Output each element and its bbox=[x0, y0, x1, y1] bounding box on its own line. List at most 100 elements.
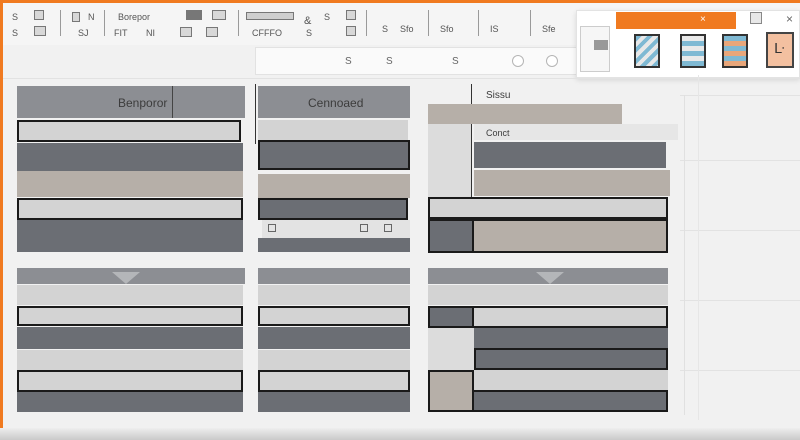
taskbar-edge bbox=[0, 428, 800, 440]
row-tile[interactable] bbox=[258, 174, 410, 198]
ribbon-separator bbox=[530, 10, 531, 36]
style-gallery-icon[interactable] bbox=[246, 12, 294, 20]
cursor-icon[interactable] bbox=[72, 12, 80, 22]
ribbon-label-2[interactable]: S bbox=[12, 28, 18, 38]
fill-icon[interactable] bbox=[206, 27, 218, 37]
row-tile[interactable] bbox=[428, 197, 668, 219]
panel-header-left-label: Benporor bbox=[118, 96, 168, 110]
panel-header-center-label: Cennoaed bbox=[308, 96, 364, 110]
option-circle-icon[interactable] bbox=[512, 55, 524, 67]
popup-sidebar-icon[interactable] bbox=[594, 40, 608, 50]
ampersand-glyph: & bbox=[304, 15, 312, 27]
undo-icon[interactable] bbox=[346, 10, 356, 20]
row-tile[interactable] bbox=[428, 219, 474, 253]
row-tile[interactable] bbox=[17, 392, 243, 412]
row-tile[interactable] bbox=[474, 328, 668, 348]
ribbon-label-8[interactable]: CFFFO bbox=[252, 28, 282, 38]
row-tile[interactable] bbox=[258, 238, 410, 252]
row-tile[interactable] bbox=[258, 392, 410, 412]
panel-divider bbox=[255, 84, 256, 144]
row-tile[interactable] bbox=[258, 198, 408, 220]
row-tile[interactable] bbox=[258, 306, 410, 326]
row-tile[interactable] bbox=[428, 285, 668, 305]
popup-title-bar[interactable] bbox=[616, 12, 736, 29]
row-tile[interactable] bbox=[428, 306, 474, 328]
row-tile[interactable] bbox=[17, 370, 243, 392]
row-tile[interactable] bbox=[472, 306, 668, 328]
ribbon-label-14[interactable]: IS bbox=[490, 24, 499, 34]
row-tile[interactable] bbox=[472, 219, 668, 253]
row-tile[interactable] bbox=[17, 198, 243, 220]
row-tile[interactable] bbox=[428, 104, 622, 124]
row-tile[interactable] bbox=[258, 285, 410, 305]
grid-column-rule bbox=[684, 95, 685, 415]
row-tile[interactable] bbox=[474, 348, 668, 370]
row-tile[interactable] bbox=[258, 350, 410, 370]
border-icon[interactable] bbox=[180, 27, 192, 37]
row-tile[interactable] bbox=[428, 370, 474, 412]
row-tile[interactable] bbox=[258, 140, 410, 170]
ribbon-label-13[interactable]: Sfo bbox=[440, 24, 454, 34]
panel-sublabel-right: Conct bbox=[486, 128, 510, 138]
save-icon[interactable] bbox=[34, 10, 44, 20]
row-tile[interactable] bbox=[258, 370, 410, 392]
grid-column-rule bbox=[698, 75, 699, 420]
window-close-icon[interactable]: × bbox=[786, 12, 793, 26]
row-tile[interactable] bbox=[474, 142, 666, 168]
toolbar-label-3[interactable]: S bbox=[452, 56, 459, 67]
ribbon-separator bbox=[238, 10, 239, 36]
accent-edge-left bbox=[0, 0, 3, 440]
row-tile[interactable] bbox=[472, 390, 668, 412]
grid-icon[interactable] bbox=[34, 26, 46, 36]
swatch-icon[interactable] bbox=[634, 34, 660, 68]
ribbon-label-3[interactable]: N bbox=[88, 12, 95, 22]
panel-header-right-label: Sissu bbox=[486, 90, 511, 101]
swatch-icon[interactable] bbox=[722, 34, 748, 68]
panel-divider bbox=[471, 84, 472, 202]
row-tile[interactable] bbox=[17, 285, 243, 305]
ribbon-separator bbox=[104, 10, 105, 36]
ribbon-label-10[interactable]: S bbox=[324, 12, 330, 22]
ribbon-label-12[interactable]: Sfo bbox=[400, 24, 414, 34]
row-tile[interactable] bbox=[474, 370, 668, 390]
popup-close-icon[interactable]: × bbox=[700, 14, 706, 25]
ribbon-label-4[interactable]: SJ bbox=[78, 28, 89, 38]
toolbar-label-2[interactable]: S bbox=[386, 56, 393, 67]
grid-rule bbox=[3, 78, 800, 79]
ribbon-separator bbox=[428, 10, 429, 36]
swatch-icon[interactable] bbox=[680, 34, 706, 68]
row-tile[interactable] bbox=[474, 170, 670, 196]
redo-icon[interactable] bbox=[346, 26, 356, 36]
row-tile[interactable] bbox=[17, 220, 243, 252]
row-tile[interactable] bbox=[17, 120, 241, 142]
formula-toolbar bbox=[255, 47, 615, 75]
row-tile[interactable] bbox=[17, 327, 243, 349]
toolbar-label-1[interactable]: S bbox=[345, 56, 352, 67]
row-tile[interactable] bbox=[258, 327, 410, 349]
checkbox-icon[interactable] bbox=[384, 224, 392, 232]
ribbon-label-1[interactable]: S bbox=[12, 12, 18, 22]
palette-glyph-icon: ᒷ bbox=[774, 40, 785, 56]
option-circle-icon[interactable] bbox=[546, 55, 558, 67]
ribbon-label-9[interactable]: S bbox=[306, 28, 312, 38]
ribbon-label-11[interactable]: S bbox=[382, 24, 388, 34]
window-restore-icon[interactable] bbox=[750, 12, 762, 24]
row-tile[interactable] bbox=[17, 306, 243, 326]
panel-header-center-lower[interactable] bbox=[258, 268, 410, 284]
checkbox-icon[interactable] bbox=[360, 224, 368, 232]
dropdown-wedge-icon bbox=[112, 272, 140, 284]
ribbon-label-6[interactable]: FIT bbox=[114, 28, 128, 38]
dropdown-wedge-icon bbox=[536, 272, 564, 284]
ribbon-label-5[interactable]: Borepor bbox=[118, 12, 150, 22]
font-color-icon[interactable] bbox=[186, 10, 202, 20]
ribbon-label-15[interactable]: Sfe bbox=[542, 24, 556, 34]
ribbon-label-7[interactable]: NI bbox=[146, 28, 155, 38]
row-tile[interactable] bbox=[17, 350, 243, 370]
checkbox-icon[interactable] bbox=[268, 224, 276, 232]
highlight-icon[interactable] bbox=[212, 10, 226, 20]
row-tile[interactable] bbox=[258, 120, 408, 140]
row-tile[interactable] bbox=[17, 171, 243, 197]
row-tile[interactable] bbox=[17, 143, 243, 171]
header-divider bbox=[172, 86, 173, 118]
ribbon-separator bbox=[478, 10, 479, 36]
